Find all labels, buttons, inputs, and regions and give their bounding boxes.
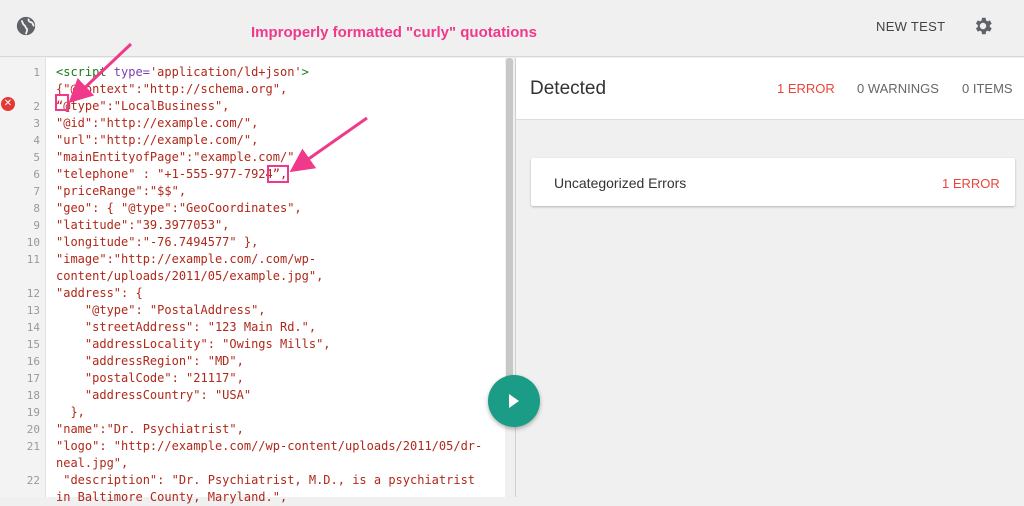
card-title: Uncategorized Errors — [554, 175, 687, 191]
code-line: {"@context":"http://schema.org", — [56, 82, 288, 96]
top-bar: Improperly formatted "curly" quotations … — [0, 0, 1024, 57]
code-line: "postalCode": "21117", — [56, 371, 244, 385]
line-number: 16 — [26, 355, 40, 368]
line-number: 3 — [33, 117, 40, 130]
card-error-count: 1 ERROR — [942, 176, 1000, 191]
line-gutter: ✕ 1 2 3 4 5 6 7 8 9 10 11 12 13 14 15 16 17 18 19 20 21 22 — [0, 58, 46, 497]
annotation-title: Improperly formatted "curly" quotations — [251, 24, 537, 41]
code-line: in Baltimore County, Maryland.", — [56, 490, 288, 504]
code-line: "url":"http://example.com/", — [56, 133, 259, 147]
line-number: 10 — [26, 236, 40, 249]
code-line: "@id":"http://example.com/", — [56, 116, 259, 130]
error-count[interactable]: 1 ERROR — [777, 81, 835, 96]
line-number: 21 — [26, 440, 40, 453]
line-number: 18 — [26, 389, 40, 402]
line-number: 22 — [26, 474, 40, 487]
line-number: 9 — [33, 219, 40, 232]
play-icon — [509, 394, 519, 408]
line-number: 19 — [26, 406, 40, 419]
code-line: "geo": { "@type":"GeoCoordinates", — [56, 201, 302, 215]
highlight-box-close-quote — [267, 165, 289, 183]
line-number: 13 — [26, 304, 40, 317]
code-line: "priceRange":"$$", — [56, 184, 187, 198]
code-line: }, — [56, 405, 85, 419]
code-line: neal.jpg", — [56, 456, 129, 470]
code-line: "addressRegion": "MD", — [56, 354, 244, 368]
code-line: "telephone" : "+1-555-977-7924”, — [56, 167, 288, 181]
line-number: 1 — [33, 66, 40, 79]
line-number: 11 — [26, 253, 40, 266]
line-number: 12 — [26, 287, 40, 300]
code-line: "longitude":"-76.7494577" }, — [56, 235, 259, 249]
globe-icon[interactable] — [15, 15, 37, 37]
editor-scrollbar-thumb[interactable] — [506, 58, 513, 398]
code-line: "streetAddress": "123 Main Rd.", — [56, 320, 317, 334]
code-editor[interactable]: ✕ 1 2 3 4 5 6 7 8 9 10 11 12 13 14 15 16 17 18 19 20 21 22 <s… — [0, 58, 505, 504]
code-line: "address": { — [56, 286, 143, 300]
highlight-box-open-quote — [55, 94, 69, 111]
line-number: 7 — [33, 185, 40, 198]
code-line: "logo": "http://example.com//wp-content/… — [56, 439, 483, 453]
code-line: "image":"http://example.com/.com/wp- — [56, 252, 317, 266]
line-number: 8 — [33, 202, 40, 215]
code-line: "addressLocality": "Owings Mills", — [56, 337, 331, 351]
line-number: 6 — [33, 168, 40, 181]
gear-icon[interactable] — [972, 15, 994, 37]
line-number: 2 — [33, 100, 40, 113]
line-number: 15 — [26, 338, 40, 351]
run-test-button[interactable] — [488, 375, 540, 427]
code-line: "addressCountry": "USA" — [56, 388, 252, 402]
code-line: <script type='application/ld+json'> — [56, 65, 309, 79]
item-count[interactable]: 0 ITEMS — [962, 81, 1013, 96]
line-number: 4 — [33, 134, 40, 147]
warning-count[interactable]: 0 WARNINGS — [857, 81, 939, 96]
code-line: "description": "Dr. Psychiatrist, M.D., … — [56, 473, 476, 487]
code-line: "name":"Dr. Psychiatrist", — [56, 422, 244, 436]
line-number: 20 — [26, 423, 40, 436]
code-line: content/uploads/2011/05/example.jpg", — [56, 269, 324, 283]
code-line: "@type": "PostalAddress", — [56, 303, 266, 317]
line-number: 17 — [26, 372, 40, 385]
new-test-button[interactable]: NEW TEST — [876, 19, 945, 34]
code-line: “@type":"LocalBusiness", — [56, 99, 230, 113]
detected-title: Detected — [530, 78, 607, 99]
line-number: 14 — [26, 321, 40, 334]
results-panel — [516, 58, 1024, 497]
line-number: 5 — [33, 151, 40, 164]
code-line: "latitude":"39.3977053", — [56, 218, 230, 232]
code-line: "mainEntityofPage":"example.com/", — [56, 150, 302, 164]
